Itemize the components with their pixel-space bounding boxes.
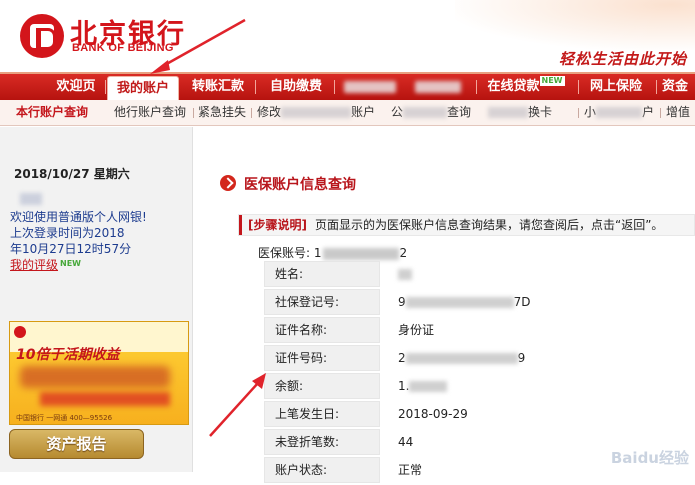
- steps-instruction: [步骤说明] 页面显示的为医保账户信息查询结果，请您查阅后，点击“返回”。: [238, 214, 695, 236]
- header-decoration: [455, 0, 695, 50]
- row-value: 29: [384, 345, 525, 371]
- account-label: 医保账号:: [258, 246, 310, 260]
- promo-banner[interactable]: 10倍于活期收益 中国银行 一网通 400—95526: [9, 321, 189, 425]
- nav-blurred-item-1[interactable]: [340, 74, 400, 100]
- table-row: 余额: 1.: [264, 373, 695, 399]
- new-badge: NEW: [58, 259, 83, 269]
- watermark: Baidu经验: [611, 447, 689, 468]
- nav-my-account[interactable]: 我的账户: [107, 76, 179, 100]
- new-badge: NEW: [540, 76, 565, 86]
- arrow-circle-icon: [220, 175, 236, 191]
- nav-online-loan[interactable]: 在线贷款NEW: [482, 74, 570, 100]
- table-row: 证件号码: 29: [264, 345, 695, 371]
- nav-blurred-item-2[interactable]: [410, 74, 466, 100]
- nav-welcome[interactable]: 欢迎页: [48, 74, 104, 100]
- steps-text: 页面显示的为医保账户信息查询结果，请您查阅后，点击“返回”。: [315, 218, 663, 232]
- subnav-value-added[interactable]: 增值: [666, 100, 690, 125]
- row-value: 44: [384, 429, 413, 455]
- row-value: 1.: [384, 373, 447, 399]
- last-login-line-1: 上次登录时间为2018: [10, 225, 190, 241]
- subnav-public[interactable]: 公查询: [391, 100, 471, 125]
- nav-funds[interactable]: 资金: [662, 74, 695, 100]
- row-label: 姓名:: [264, 261, 380, 287]
- row-label: 未登折笔数:: [264, 429, 380, 455]
- table-row: 上笔发生日: 2018-09-29: [264, 401, 695, 427]
- nav-self-payment[interactable]: 自助缴费: [262, 74, 330, 100]
- subnav-small[interactable]: 小户: [584, 100, 654, 125]
- subnav-modify[interactable]: 修改账户: [257, 100, 375, 125]
- row-label: 证件号码:: [264, 345, 380, 371]
- sidebar: 2018/10/27 星期六 欢迎使用普通版个人网银! 上次登录时间为2018 …: [0, 127, 193, 472]
- welcome-text: 欢迎使用普通版个人网银!: [10, 209, 190, 225]
- asset-report-button[interactable]: 资产报告: [9, 429, 144, 459]
- subnav-emergency-loss[interactable]: 紧急挂失: [198, 100, 246, 125]
- row-value: 正常: [384, 457, 422, 483]
- table-row: 证件名称: 身份证: [264, 317, 695, 343]
- row-label: 社保登记号:: [264, 289, 380, 315]
- medical-account-number: 医保账号: 12: [258, 244, 407, 261]
- my-rating-link[interactable]: 我的评级: [10, 258, 58, 272]
- subnav-change-card[interactable]: 换卡: [488, 100, 552, 125]
- user-name-redacted: [20, 193, 42, 205]
- main-nav: 欢迎页 我的账户 转账汇款 自助缴费 在线贷款NEW 网上保险 资金: [0, 72, 695, 100]
- current-date: 2018/10/27 星期六: [14, 165, 130, 182]
- bank-logo-icon: [14, 326, 26, 338]
- header: 北京银行 BANK OF BEIJING 轻松生活由此开始: [0, 0, 695, 72]
- banner-title: 10倍于活期收益: [16, 344, 119, 364]
- nav-transfer[interactable]: 转账汇款: [186, 74, 250, 100]
- main-content: 医保账户信息查询 [步骤说明] 页面显示的为医保账户信息查询结果，请您查阅后，点击…: [194, 127, 695, 472]
- welcome-block: 欢迎使用普通版个人网银! 上次登录时间为2018 年10月27日12时57分 我…: [10, 193, 190, 273]
- bank-logo-icon[interactable]: [20, 14, 64, 58]
- table-row: 社保登记号: 97D: [264, 289, 695, 315]
- nav-online-insurance[interactable]: 网上保险: [584, 74, 648, 100]
- row-value: 2018-09-29: [384, 401, 468, 427]
- row-label: 证件名称:: [264, 317, 380, 343]
- sub-nav: 本行账户查询 他行账户查询 紧急挂失 修改账户 公查询 换卡 小户 增值: [0, 100, 695, 126]
- page-title: 医保账户信息查询: [244, 174, 356, 194]
- row-label: 账户状态:: [264, 457, 380, 483]
- table-row: 姓名:: [264, 261, 695, 287]
- row-value: 身份证: [384, 317, 434, 343]
- subnav-other-bank-query[interactable]: 他行账户查询: [114, 100, 186, 125]
- banner-phone: 中国银行 一网通 400—95526: [10, 410, 189, 425]
- subnav-own-account-query[interactable]: 本行账户查询: [16, 100, 88, 125]
- logo-english-name: BANK OF BEIJING: [72, 42, 174, 54]
- row-value: 97D: [384, 289, 531, 315]
- steps-label: [步骤说明]: [248, 218, 307, 232]
- row-label: 上笔发生日:: [264, 401, 380, 427]
- last-login-line-2: 年10月27日12时57分: [10, 241, 190, 257]
- slogan: 轻松生活由此开始: [559, 48, 687, 69]
- row-value: [384, 261, 412, 287]
- row-label: 余额:: [264, 373, 380, 399]
